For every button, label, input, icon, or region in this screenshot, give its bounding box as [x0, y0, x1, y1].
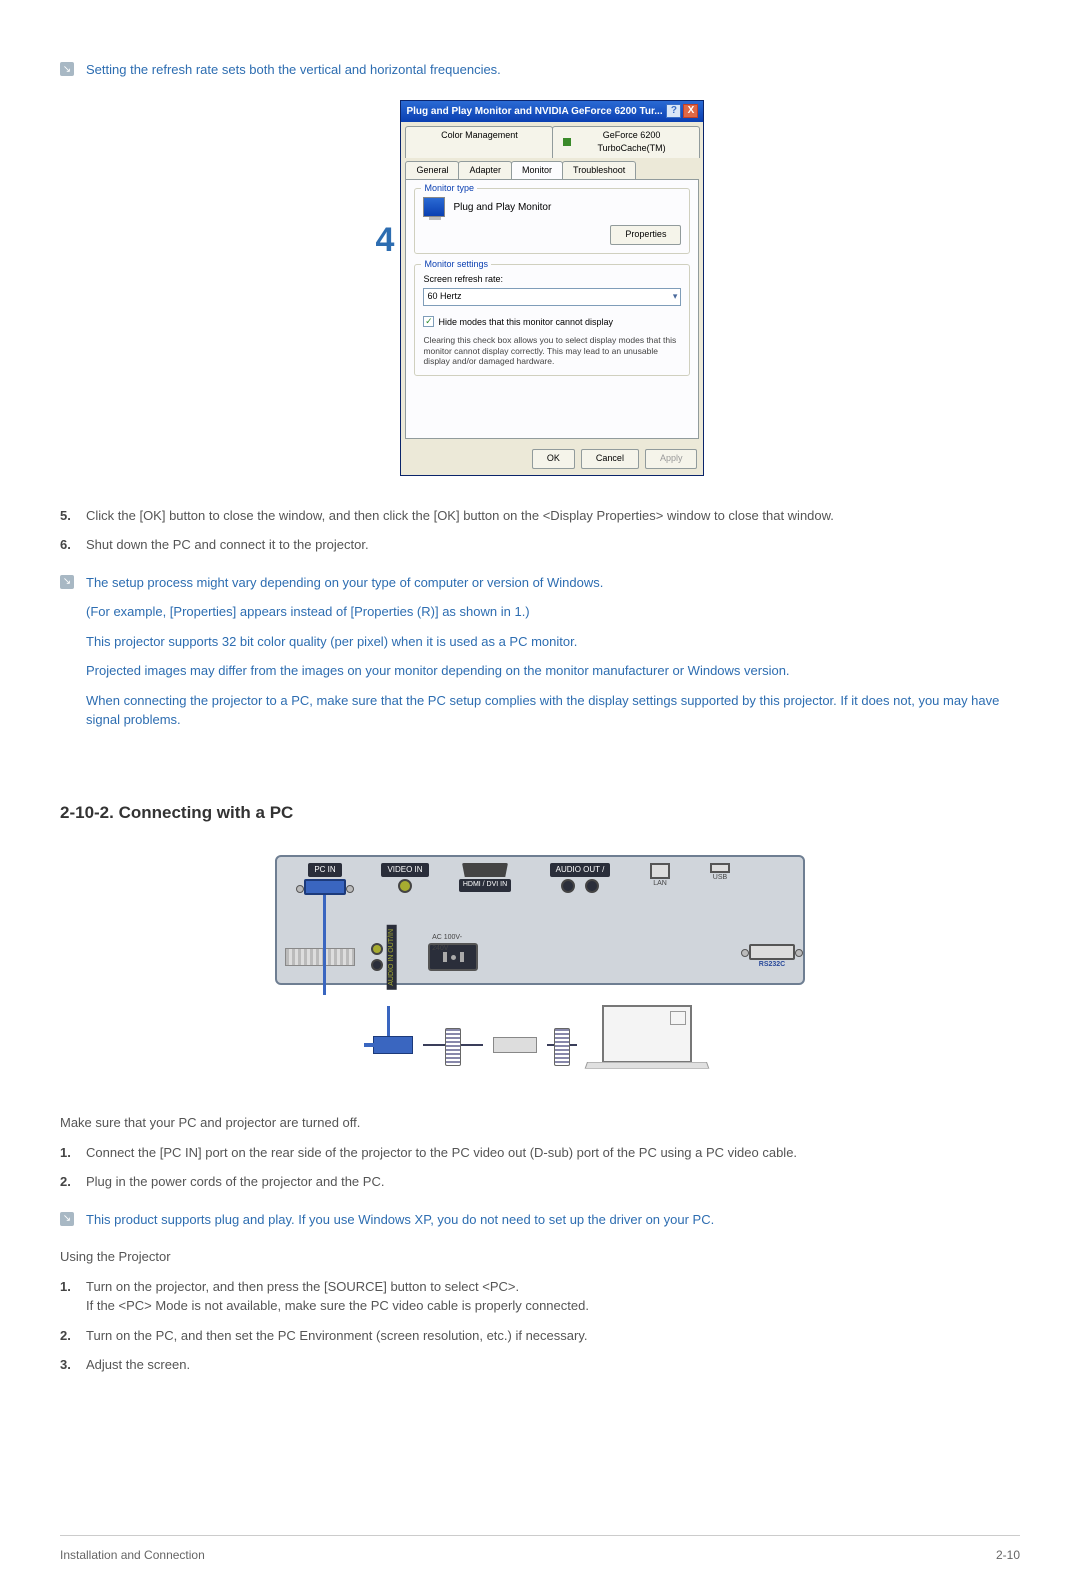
plug-play-note: ↘ This product supports plug and play. I… [60, 1210, 1020, 1230]
connection-figure: PC IN VIDEO IN HDMI / DVI IN AUDIO OUT / [60, 855, 1020, 1085]
usb-label: USB [713, 873, 727, 884]
hdmi-label: HDMI / DVI IN [459, 879, 511, 892]
tab-color-management[interactable]: Color Management [405, 126, 553, 158]
lan-port-icon [650, 863, 670, 879]
laptop-icon [587, 1005, 707, 1085]
dialog-titlebar: Plug and Play Monitor and NVIDIA GeForce… [401, 101, 703, 122]
hide-modes-warning: Clearing this check box allows you to se… [423, 335, 681, 367]
cable-guide-line [323, 895, 326, 995]
section-title: 2-10-2. Connecting with a PC [60, 800, 1020, 826]
top-note-text: Setting the refresh rate sets both the v… [86, 60, 501, 80]
monitor-settings-group: Monitor settings Screen refresh rate: 60… [414, 264, 690, 376]
page-footer: Installation and Connection 2-10 [60, 1535, 1020, 1564]
info-icon: ↘ [60, 1212, 74, 1226]
list-item: 3.Adjust the screen. [60, 1355, 1020, 1375]
hide-modes-checkbox[interactable]: ✓ [423, 316, 434, 327]
ok-button[interactable]: OK [532, 449, 575, 469]
info-icon: ↘ [60, 575, 74, 589]
cancel-button[interactable]: Cancel [581, 449, 639, 469]
projector-rear-panel: PC IN VIDEO IN HDMI / DVI IN AUDIO OUT / [275, 855, 805, 985]
hide-modes-label: Hide modes that this monitor cannot disp… [438, 316, 613, 330]
help-button[interactable]: ? [666, 104, 681, 118]
cable-diagram [275, 1005, 805, 1085]
list-item: 6.Shut down the PC and connect it to the… [60, 535, 1020, 555]
rca-port-icon [398, 879, 412, 893]
refresh-rate-select[interactable]: 60 Hertz ▾ [423, 288, 681, 306]
pre-steps-note: Make sure that your PC and projector are… [60, 1113, 1020, 1133]
notes-body: The setup process might vary depending o… [86, 573, 1020, 740]
nvidia-icon [563, 138, 570, 146]
list-item: 1.Turn on the projector, and then press … [60, 1277, 1020, 1316]
monitor-type-legend: Monitor type [421, 182, 477, 196]
vga-connector-icon [373, 1036, 413, 1054]
vga-connector-icon [493, 1037, 537, 1053]
pc-in-label: PC IN [308, 863, 341, 877]
tab-troubleshoot[interactable]: Troubleshoot [562, 161, 636, 180]
footer-left: Installation and Connection [60, 1546, 205, 1564]
windows-dialog: Plug and Play Monitor and NVIDIA GeForce… [400, 100, 704, 476]
tab-adapter[interactable]: Adapter [458, 161, 512, 180]
video-in-label: VIDEO IN [381, 863, 428, 877]
vga-port-icon [304, 879, 346, 895]
rs232c-label: RS232C [759, 960, 785, 971]
list-item: 2.Plug in the power cords of the project… [60, 1172, 1020, 1192]
monitor-type-group: Monitor type Plug and Play Monitor Prope… [414, 188, 690, 254]
refresh-rate-value: 60 Hertz [427, 290, 461, 304]
dialog-figure: 4 Plug and Play Monitor and NVIDIA GeFor… [60, 100, 1020, 476]
chevron-down-icon: ▾ [673, 290, 678, 304]
usb-port-icon [710, 863, 730, 873]
ac-label: AC 100V-240V [432, 933, 478, 954]
notes-block: ↘ The setup process might vary depending… [60, 573, 1020, 740]
properties-button[interactable]: Properties [610, 225, 681, 245]
cable-line [547, 1044, 577, 1046]
rs232-port-icon [749, 944, 795, 960]
list-item: 1.Connect the [PC IN] port on the rear s… [60, 1143, 1020, 1163]
tabs-row-upper: Color Management GeForce 6200 TurboCache… [401, 122, 703, 158]
tab-geforce[interactable]: GeForce 6200 TurboCache(TM) [552, 126, 700, 158]
lan-label: LAN [653, 879, 667, 890]
steps-list-a: 5.Click the [OK] button to close the win… [60, 506, 1020, 555]
tab-monitor[interactable]: Monitor [511, 161, 563, 180]
footer-right: 2-10 [996, 1546, 1020, 1564]
dialog-title-text: Plug and Play Monitor and NVIDIA GeForce… [406, 104, 662, 119]
close-button[interactable]: X [683, 104, 698, 118]
monitor-icon [423, 197, 445, 217]
top-note: ↘ Setting the refresh rate sets both the… [60, 60, 1020, 80]
refresh-rate-label: Screen refresh rate: [423, 273, 681, 287]
steps-list-c: 1.Turn on the projector, and then press … [60, 1277, 1020, 1375]
monitor-settings-legend: Monitor settings [421, 258, 491, 272]
step-marker: 4 [376, 215, 395, 266]
cable-ferrite-icon [423, 1044, 483, 1046]
plug-play-text: This product supports plug and play. If … [86, 1210, 714, 1230]
list-item: 2.Turn on the PC, and then set the PC En… [60, 1326, 1020, 1346]
tabs-row-lower: General Adapter Monitor Troubleshoot [401, 157, 703, 180]
audio-jack-icon [585, 879, 599, 893]
info-icon: ↘ [60, 62, 74, 76]
audio-in-label: AUDIO IN OUT/IN [387, 925, 397, 990]
audio-jack-icon [371, 943, 383, 955]
audio-out-label: AUDIO OUT / [550, 863, 611, 877]
monitor-name: Plug and Play Monitor [453, 200, 551, 215]
audio-jack-icon [561, 879, 575, 893]
steps-list-b: 1.Connect the [PC IN] port on the rear s… [60, 1143, 1020, 1192]
dialog-body: Monitor type Plug and Play Monitor Prope… [405, 179, 699, 439]
list-item: 5.Click the [OK] button to close the win… [60, 506, 1020, 526]
tab-general[interactable]: General [405, 161, 459, 180]
audio-jack-icon [371, 959, 383, 971]
hdmi-port-icon [462, 863, 508, 877]
apply-button[interactable]: Apply [645, 449, 698, 469]
dialog-footer: OK Cancel Apply [401, 443, 703, 475]
using-projector-title: Using the Projector [60, 1247, 1020, 1267]
vent-icon [285, 948, 355, 966]
